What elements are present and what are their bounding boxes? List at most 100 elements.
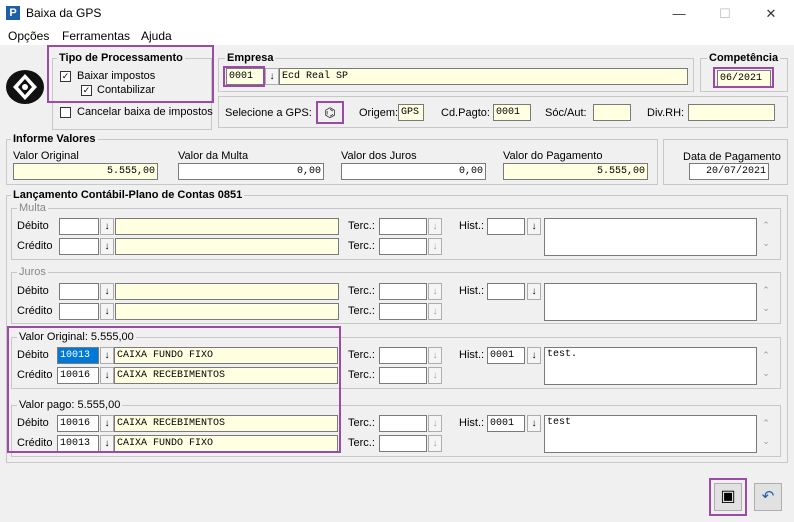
juros-terc-debito-label: Terc.: <box>348 285 375 297</box>
maximize-button[interactable]: ☐ <box>702 0 748 27</box>
close-button[interactable]: ✕ <box>748 0 794 27</box>
multa-hist-code[interactable] <box>487 218 525 235</box>
baixar-impostos-label: Baixar impostos <box>77 70 156 82</box>
cancelar-baixa-checkbox[interactable] <box>60 107 71 118</box>
origem-field: GPS <box>398 104 424 121</box>
highlight-lancamentos <box>7 326 341 453</box>
multa-terc-debito-field[interactable] <box>379 218 427 235</box>
vo-scroll-down-icon[interactable]: ⌄ <box>760 368 772 379</box>
juros-credito-dropdown-icon[interactable]: ↓ <box>100 303 114 320</box>
empresa-name-field[interactable]: Ecd Real SP <box>279 68 688 85</box>
contabilizar-checkbox[interactable]: ✓ <box>81 85 92 96</box>
empresa-title: Empresa <box>225 52 276 64</box>
empresa-dropdown-icon[interactable]: ↓ <box>265 68 279 85</box>
vo-terc-credito-dropdown-icon: ↓ <box>428 367 442 384</box>
minimize-button[interactable]: — <box>656 0 702 27</box>
vo-scroll-up-icon[interactable]: ⌃ <box>760 350 772 361</box>
juros-hist-dropdown-icon[interactable]: ↓ <box>527 283 541 300</box>
juros-debito-dropdown-icon[interactable]: ↓ <box>100 283 114 300</box>
tipo-processamento-title: Tipo de Processamento <box>57 52 185 64</box>
undo-button[interactable]: ↶ <box>754 483 782 511</box>
save-button[interactable]: ▣ <box>714 483 742 511</box>
valor-pagamento-field[interactable]: 5.555,00 <box>503 163 648 180</box>
vo-hist-label: Hist.: <box>459 349 485 361</box>
competencia-title: Competência <box>707 52 781 64</box>
vo-terc-debito-dropdown-icon: ↓ <box>428 347 442 364</box>
multa-credito-label: Crédito <box>17 240 53 252</box>
valor-multa-label: Valor da Multa <box>178 150 249 162</box>
multa-hist-dropdown-icon[interactable]: ↓ <box>527 218 541 235</box>
juros-terc-credito-dropdown-icon: ↓ <box>428 303 442 320</box>
juros-hist-label: Hist.: <box>459 285 485 297</box>
juros-terc-credito-field[interactable] <box>379 303 427 320</box>
multa-terc-credito-field[interactable] <box>379 238 427 255</box>
cancelar-baixa-label: Cancelar baixa de impostos <box>77 106 213 118</box>
juros-hist-code[interactable] <box>487 283 525 300</box>
informe-valores-title: Informe Valores <box>11 133 98 145</box>
vp-scroll-down-icon[interactable]: ⌄ <box>760 436 772 447</box>
vp-terc-credito-dropdown-icon: ↓ <box>428 435 442 452</box>
multa-scroll-up-icon[interactable]: ⌃ <box>760 220 772 231</box>
multa-debito-name[interactable] <box>115 218 339 235</box>
vp-hist-label: Hist.: <box>459 417 485 429</box>
juros-scroll-down-icon[interactable]: ⌄ <box>760 303 772 314</box>
juros-credito-name[interactable] <box>115 303 339 320</box>
socaut-field <box>593 104 631 121</box>
multa-credito-dropdown-icon[interactable]: ↓ <box>100 238 114 255</box>
menu-ajuda[interactable]: Ajuda <box>141 29 172 43</box>
valor-juros-field[interactable]: 0,00 <box>341 163 486 180</box>
vp-hist-code[interactable]: 0001 <box>487 415 525 432</box>
cdpagto-field: 0001 <box>493 104 531 121</box>
valor-juros-label: Valor dos Juros <box>341 150 417 162</box>
baixar-impostos-checkbox[interactable]: ✓ <box>60 71 71 82</box>
vp-hist-memo[interactable]: test <box>544 415 757 453</box>
vp-terc-credito-label: Terc.: <box>348 437 375 449</box>
multa-hist-memo[interactable] <box>544 218 757 256</box>
juros-terc-debito-dropdown-icon: ↓ <box>428 283 442 300</box>
data-pagamento-field[interactable]: 20/07/2021 <box>689 163 769 180</box>
multa-title: Multa <box>17 202 48 214</box>
multa-debito-label: Débito <box>17 220 49 232</box>
juros-terc-debito-field[interactable] <box>379 283 427 300</box>
multa-debito-code[interactable] <box>59 218 99 235</box>
vo-terc-debito-field[interactable] <box>379 347 427 364</box>
menu-opcoes[interactable]: Opções <box>8 29 49 43</box>
juros-hist-memo[interactable] <box>544 283 757 321</box>
juros-debito-name[interactable] <box>115 283 339 300</box>
vo-terc-credito-label: Terc.: <box>348 369 375 381</box>
juros-debito-code[interactable] <box>59 283 99 300</box>
juros-scroll-up-icon[interactable]: ⌃ <box>760 285 772 296</box>
multa-scroll-down-icon[interactable]: ⌄ <box>760 238 772 249</box>
selecione-gps-label: Selecione a GPS: <box>225 107 312 119</box>
vo-hist-memo[interactable]: test. <box>544 347 757 385</box>
juros-credito-code[interactable] <box>59 303 99 320</box>
highlight-competencia <box>713 67 774 88</box>
valor-multa-field[interactable]: 0,00 <box>178 163 324 180</box>
multa-credito-name[interactable] <box>115 238 339 255</box>
multa-credito-code[interactable] <box>59 238 99 255</box>
vp-scroll-up-icon[interactable]: ⌃ <box>760 418 772 429</box>
lancamento-title: Lançamento Contábil-Plano de Contas 0851 <box>11 189 245 201</box>
menu-ferramentas[interactable]: Ferramentas <box>62 29 130 43</box>
app-icon: P <box>6 6 20 20</box>
valor-original-field[interactable]: 5.555,00 <box>13 163 158 180</box>
vo-terc-credito-field[interactable] <box>379 367 427 384</box>
divrh-label: Div.RH: <box>647 107 685 119</box>
multa-debito-dropdown-icon[interactable]: ↓ <box>100 218 114 235</box>
logo-icon <box>4 68 46 106</box>
juros-title: Juros <box>17 266 48 278</box>
valor-pagamento-label: Valor do Pagamento <box>503 150 603 162</box>
divrh-field <box>688 104 775 121</box>
vp-hist-dropdown-icon[interactable]: ↓ <box>527 415 541 432</box>
vo-hist-dropdown-icon[interactable]: ↓ <box>527 347 541 364</box>
vo-hist-code[interactable]: 0001 <box>487 347 525 364</box>
highlight-empresa <box>223 66 265 87</box>
juros-credito-label: Crédito <box>17 305 53 317</box>
undo-icon: ↶ <box>761 488 775 505</box>
origem-label: Origem: <box>359 107 399 119</box>
binoculars-icon[interactable]: ⌬ <box>320 104 340 121</box>
vp-terc-debito-field[interactable] <box>379 415 427 432</box>
vp-terc-credito-field[interactable] <box>379 435 427 452</box>
multa-terc-credito-dropdown-icon: ↓ <box>428 238 442 255</box>
cdpagto-label: Cd.Pagto: <box>441 107 490 119</box>
